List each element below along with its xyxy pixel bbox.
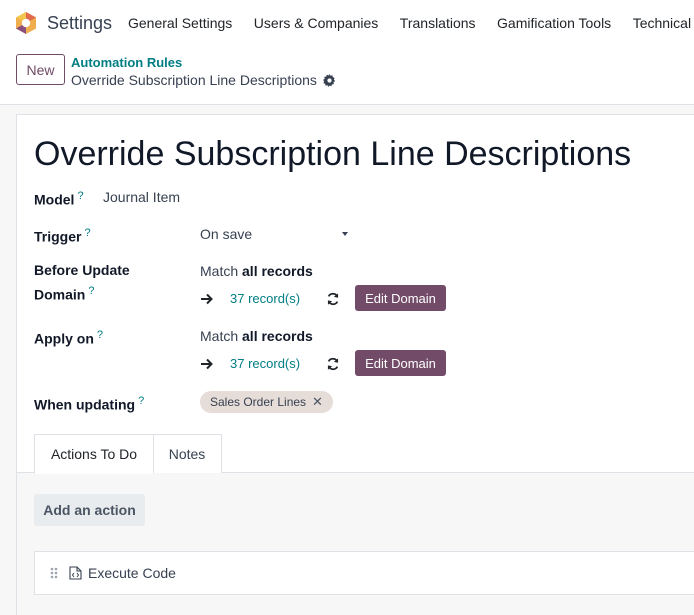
before-update-help-icon[interactable]: ? <box>88 285 94 297</box>
model-label-text: Model <box>34 191 75 208</box>
apply-on-label-text: Apply on <box>34 330 94 347</box>
before-update-records-link[interactable]: 37 record(s) <box>230 291 300 306</box>
code-file-icon <box>69 566 82 580</box>
trigger-help-icon[interactable]: ? <box>84 227 90 239</box>
before-update-label-line2: Domain <box>34 286 86 303</box>
model-value: Journal Item <box>103 189 181 205</box>
before-match-bold: all records <box>242 263 313 279</box>
menu-users-companies[interactable]: Users & Companies <box>254 15 379 31</box>
control-panel: New Automation Rules Override Subscripti… <box>0 46 694 105</box>
app-name[interactable]: Settings <box>47 13 112 34</box>
model-help-icon[interactable]: ? <box>77 190 83 202</box>
action-item-label: Execute Code <box>88 565 176 581</box>
tab-actions-label: Actions To Do <box>50 446 138 462</box>
refresh-icon[interactable] <box>326 357 340 371</box>
action-row[interactable]: Execute Code <box>34 551 694 595</box>
menu-technical[interactable]: Technical <box>633 15 691 31</box>
odoo-logo-icon[interactable] <box>14 11 38 35</box>
when-updating-help-icon[interactable]: ? <box>138 395 144 407</box>
apply-on-label: Apply on? <box>34 325 103 350</box>
arrow-right-icon <box>201 358 213 370</box>
main-menu: General Settings Users & Companies Trans… <box>128 15 694 31</box>
drag-handle-icon[interactable] <box>50 567 58 579</box>
menu-general-settings[interactable]: General Settings <box>128 15 232 31</box>
gear-icon[interactable] <box>322 73 336 87</box>
refresh-icon[interactable] <box>326 292 340 306</box>
apply-on-match: Match all records <box>200 326 313 346</box>
breadcrumb-current-label: Override Subscription Line Descriptions <box>71 72 317 88</box>
trigger-value: On save <box>200 226 253 242</box>
close-icon[interactable]: ✕ <box>312 394 323 410</box>
when-updating-label: When updating? <box>34 391 144 416</box>
tag-label: Sales Order Lines <box>210 395 307 409</box>
apply-on-help-icon[interactable]: ? <box>97 329 103 341</box>
trigger-label: Trigger? <box>34 223 91 248</box>
trigger-select[interactable]: On save <box>200 224 350 244</box>
breadcrumb-automation-rules[interactable]: Automation Rules <box>71 55 182 70</box>
tab-actions-to-do[interactable]: Actions To Do <box>34 434 154 474</box>
caret-down-icon[interactable] <box>342 232 348 236</box>
tab-notes[interactable]: Notes <box>153 434 222 473</box>
record-title[interactable]: Override Subscription Line Descriptions <box>34 135 631 174</box>
arrow-right-icon <box>201 293 213 305</box>
when-updating-label-text: When updating <box>34 396 136 413</box>
before-match-prefix: Match <box>200 263 239 279</box>
menu-translations[interactable]: Translations <box>400 15 476 31</box>
when-updating-tag: Sales Order Lines ✕ <box>200 391 333 413</box>
before-update-label-line1: Before Update <box>34 262 130 278</box>
apply-on-edit-domain-button[interactable]: Edit Domain <box>355 350 446 376</box>
add-action-button[interactable]: Add an action <box>34 494 145 526</box>
trigger-label-text: Trigger <box>34 228 82 245</box>
top-navbar: Settings General Settings Users & Compan… <box>0 0 694 46</box>
model-label: Model? <box>34 186 84 211</box>
tab-notes-label: Notes <box>168 446 206 462</box>
apply-match-prefix: Match <box>200 328 239 344</box>
menu-gamification-tools[interactable]: Gamification Tools <box>497 15 611 31</box>
new-button[interactable]: New <box>16 54 65 85</box>
form-sheet: Override Subscription Line Descriptions … <box>16 114 694 615</box>
apply-match-bold: all records <box>242 328 313 344</box>
breadcrumb-current: Override Subscription Line Descriptions <box>71 72 336 88</box>
apply-on-records-link[interactable]: 37 record(s) <box>230 356 300 371</box>
before-update-match: Match all records <box>200 261 313 281</box>
before-update-edit-domain-button[interactable]: Edit Domain <box>355 285 446 311</box>
before-update-domain-label: Before Update Domain? <box>34 260 130 306</box>
